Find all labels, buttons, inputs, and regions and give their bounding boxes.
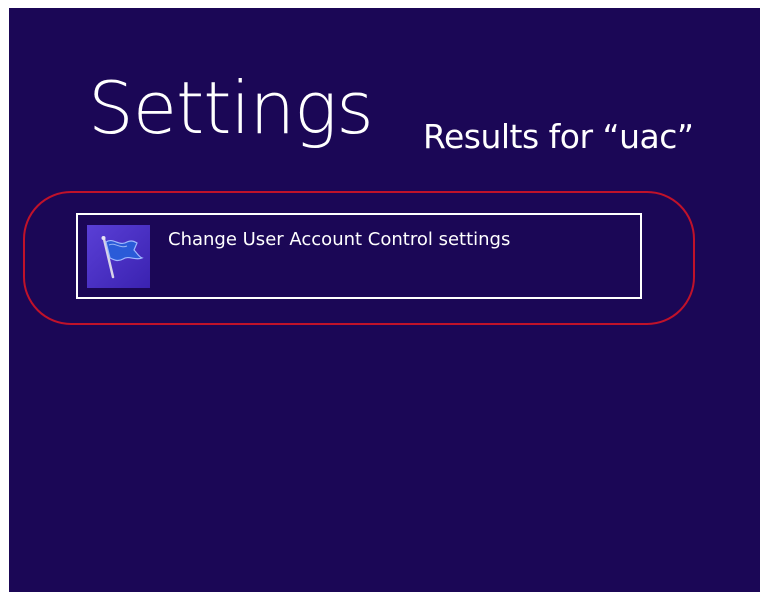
search-results-screen: Settings Results for “uac” Change User A… <box>9 8 760 592</box>
search-results-label: Results for “uac” <box>423 117 694 156</box>
result-item-label: Change User Account Control settings <box>168 229 511 250</box>
page-title: Settings <box>88 66 374 150</box>
result-item-change-uac-settings[interactable]: Change User Account Control settings <box>76 213 642 299</box>
uac-flag-icon <box>87 225 150 288</box>
